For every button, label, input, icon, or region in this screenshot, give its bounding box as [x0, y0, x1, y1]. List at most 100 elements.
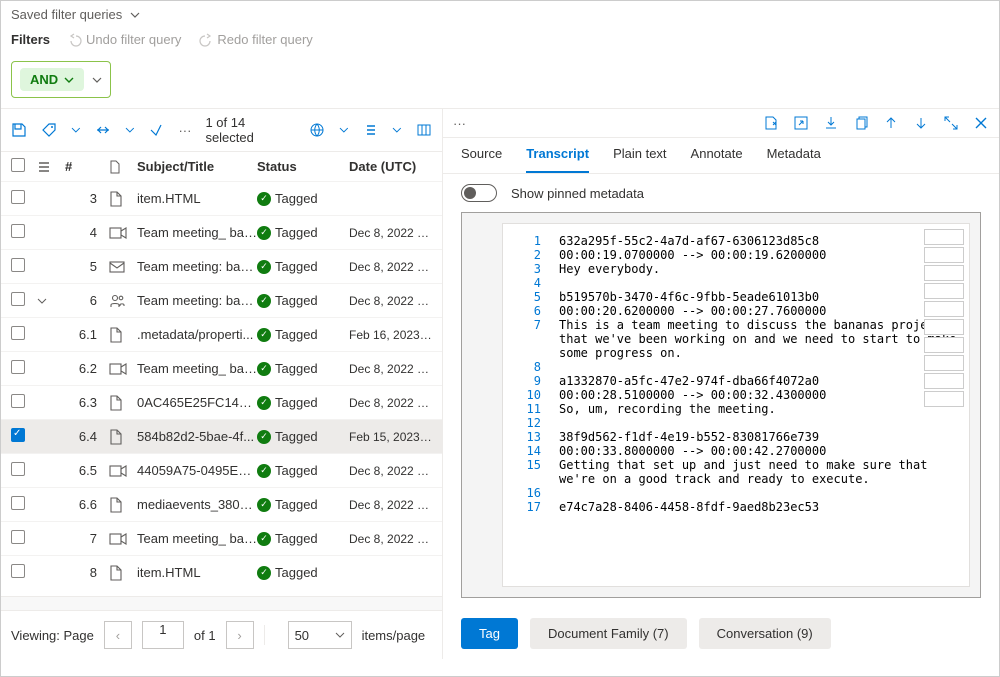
transcript-line: 12 [513, 416, 959, 430]
conversation-button[interactable]: Conversation (9) [699, 618, 831, 649]
row-date: Feb 15, 2023 9:07:0... [349, 430, 432, 444]
mail-icon [109, 261, 137, 273]
row-checkbox[interactable] [11, 428, 25, 442]
row-checkbox[interactable] [11, 496, 25, 510]
columns-icon[interactable] [416, 122, 432, 138]
tab-annotate[interactable]: Annotate [691, 146, 743, 173]
table-row[interactable]: 6 Team meeting: ban... ✓Tagged Dec 8, 20… [1, 283, 442, 317]
col-type-icon[interactable] [109, 160, 137, 174]
row-index: 6.5 [65, 463, 109, 478]
clear-icon[interactable] [148, 122, 164, 138]
chevron-down-icon[interactable] [71, 125, 81, 135]
col-subject[interactable]: Subject/Title [137, 159, 257, 174]
add-condition-chevron[interactable] [92, 75, 102, 85]
row-checkbox[interactable] [11, 224, 25, 238]
copy-icon[interactable] [853, 115, 869, 131]
row-checkbox[interactable] [11, 190, 25, 204]
transcript-line: 8 [513, 360, 959, 374]
pinned-metadata-toggle[interactable] [461, 184, 497, 202]
transcript-line: 11So, um, recording the meeting. [513, 402, 959, 416]
table-row[interactable]: 6.5 44059A75-0495E62... ✓Tagged Dec 8, 2… [1, 453, 442, 487]
row-checkbox[interactable] [11, 326, 25, 340]
row-index: 6.4 [65, 429, 109, 444]
status-badge: ✓Tagged [257, 565, 349, 580]
chevron-down-icon[interactable] [125, 125, 135, 135]
open-new-icon[interactable] [793, 115, 809, 131]
expand-icon[interactable] [95, 122, 111, 138]
col-date[interactable]: Date (UTC) [349, 159, 432, 174]
tab-plain[interactable]: Plain text [613, 146, 666, 173]
tab-transcript[interactable]: Transcript [526, 146, 589, 173]
chevron-down-icon [130, 10, 140, 20]
export-icon[interactable] [763, 115, 779, 131]
document-family-button[interactable]: Document Family (7) [530, 618, 687, 649]
more-actions-icon[interactable]: ··· [453, 116, 466, 131]
transcript-line: 17e74c7a28-8406-4458-8fdf-9aed8b23ec53 [513, 500, 959, 514]
video-icon [109, 226, 137, 240]
table-row[interactable]: 6.1 .metadata/properti... ✓Tagged Feb 16… [1, 317, 442, 351]
row-checkbox[interactable] [11, 292, 25, 306]
saved-queries-dropdown[interactable]: Saved filter queries [1, 1, 999, 28]
table-row[interactable]: 7 Team meeting_ ban... ✓Tagged Dec 8, 20… [1, 521, 442, 555]
tab-source[interactable]: Source [461, 146, 502, 173]
selection-count: 1 of 14 selected [205, 115, 294, 145]
row-subject: mediaevents_3802-... [137, 497, 257, 512]
prev-page-button[interactable]: ‹ [104, 621, 132, 649]
next-page-button[interactable]: › [226, 621, 254, 649]
filter-logic-pill[interactable]: AND [11, 61, 111, 98]
row-subject: Team meeting: ban... [137, 259, 257, 274]
more-actions-icon[interactable]: ··· [178, 123, 191, 138]
tab-metadata[interactable]: Metadata [767, 146, 821, 173]
select-all-checkbox[interactable] [11, 158, 25, 172]
row-date: Dec 8, 2022 12:59:2... [349, 294, 432, 308]
row-index: 8 [65, 565, 109, 580]
page-of-label: of 1 [194, 628, 216, 643]
row-checkbox[interactable] [11, 360, 25, 374]
table-row[interactable]: 3 item.HTML ✓Tagged [1, 181, 442, 215]
table-row[interactable]: 4 Team meeting_ ban... ✓Tagged Dec 8, 20… [1, 215, 442, 249]
page-input[interactable]: 1 [142, 621, 184, 649]
list-icon[interactable] [362, 122, 378, 138]
row-subject: item.HTML [137, 191, 257, 206]
page-thumbnails[interactable] [924, 229, 964, 407]
col-index[interactable]: # [65, 159, 109, 174]
undo-filter-button[interactable]: Undo filter query [68, 32, 181, 47]
page-size-select[interactable]: 50 [288, 621, 352, 649]
row-date: Dec 8, 2022 12:59:2... [349, 226, 432, 240]
transcript-line: 3Hey everybody. [513, 262, 959, 276]
redo-filter-button[interactable]: Redo filter query [199, 32, 312, 47]
close-icon[interactable] [973, 115, 989, 131]
chevron-down-icon[interactable] [392, 125, 402, 135]
row-subject: 0AC465E25FC146E... [137, 395, 257, 410]
group-icon[interactable] [37, 160, 65, 174]
tag-button[interactable]: Tag [461, 618, 518, 649]
row-date: Dec 8, 2022 12:59:2... [349, 532, 432, 546]
download-icon[interactable] [823, 115, 839, 131]
table-row[interactable]: 6.6 mediaevents_3802-... ✓Tagged Dec 8, … [1, 487, 442, 521]
save-icon[interactable] [11, 122, 27, 138]
transcript-line: 1400:00:33.8000000 --> 00:00:42.2700000 [513, 444, 959, 458]
table-row[interactable]: 6.4 584b82d2-5bae-4f... ✓Tagged Feb 15, … [1, 419, 442, 453]
chevron-down-icon[interactable] [339, 125, 349, 135]
row-checkbox[interactable] [11, 564, 25, 578]
table-row[interactable]: 6.2 Team meeting_ ban... ✓Tagged Dec 8, … [1, 351, 442, 385]
arrow-down-icon[interactable] [913, 115, 929, 131]
row-checkbox[interactable] [11, 462, 25, 476]
table-row[interactable]: 8 item.HTML ✓Tagged [1, 555, 442, 589]
expand-icon[interactable] [37, 296, 65, 306]
table-row[interactable]: 5 Team meeting: ban... ✓Tagged Dec 8, 20… [1, 249, 442, 283]
horizontal-scrollbar[interactable] [1, 596, 442, 610]
tag-icon[interactable] [41, 122, 57, 138]
maximize-icon[interactable] [943, 115, 959, 131]
table-row[interactable]: 6.3 0AC465E25FC146E... ✓Tagged Dec 8, 20… [1, 385, 442, 419]
arrow-up-icon[interactable] [883, 115, 899, 131]
row-checkbox[interactable] [11, 258, 25, 272]
row-checkbox[interactable] [11, 394, 25, 408]
col-status[interactable]: Status [257, 159, 349, 174]
row-checkbox[interactable] [11, 530, 25, 544]
globe-icon[interactable] [309, 122, 325, 138]
row-index: 4 [65, 225, 109, 240]
status-badge: ✓Tagged [257, 429, 349, 444]
doc-icon [109, 395, 137, 411]
transcript-line: 9a1332870-a5fc-47e2-974f-dba66f4072a0 [513, 374, 959, 388]
